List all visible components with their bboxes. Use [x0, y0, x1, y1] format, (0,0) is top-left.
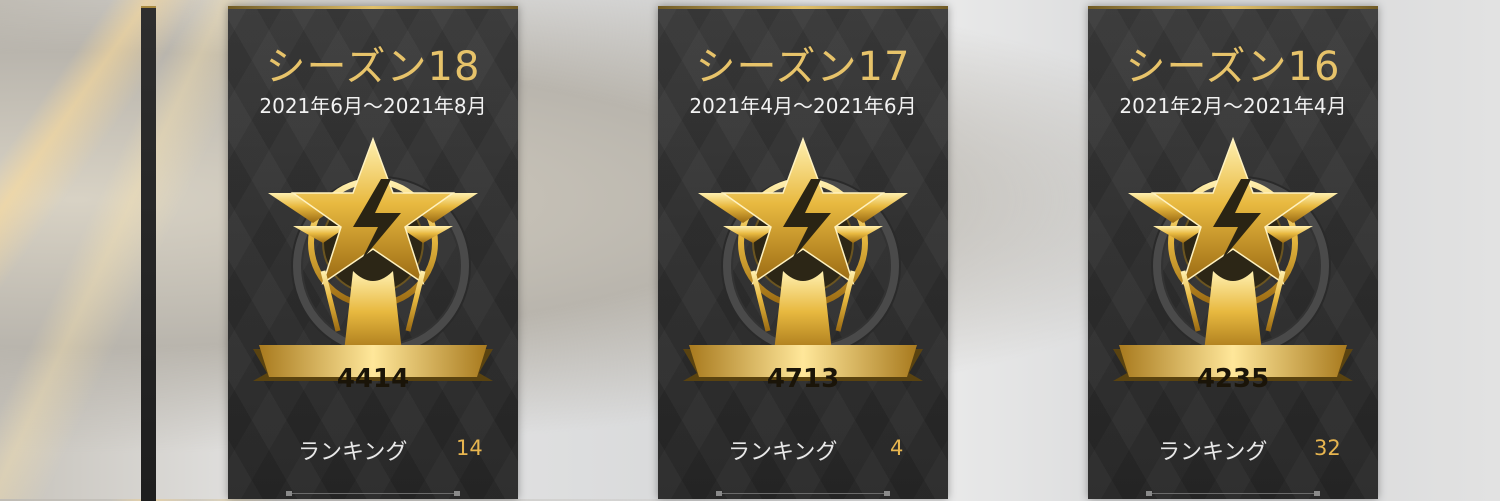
ranking-value: 14: [456, 436, 483, 460]
season-card-16[interactable]: シーズン16 2021年2月～2021年4月 4235 ランキング 32: [1088, 6, 1378, 499]
gold-winged-star-emblem-icon: [1113, 136, 1353, 381]
ranking-label: ランキング: [298, 440, 408, 465]
ranking-value: 4: [890, 436, 904, 460]
season-date-range: 2021年2月～2021年4月: [1119, 94, 1347, 118]
season-score: 4713: [766, 364, 840, 394]
season-title: シーズン16: [1125, 44, 1341, 90]
card-divider: [1146, 491, 1320, 496]
ranking-value: 32: [1314, 436, 1341, 460]
season-title: シーズン17: [695, 44, 911, 90]
gold-winged-star-emblem-icon: [683, 136, 923, 381]
season-score: 4414: [336, 364, 410, 394]
season-card-17[interactable]: シーズン17 2021年4月～2021年6月 4713 ランキング 4: [658, 6, 948, 499]
previous-card-edge: [141, 6, 156, 501]
season-date-range: 2021年4月～2021年6月: [689, 94, 917, 118]
gold-winged-star-emblem-icon: [253, 136, 493, 381]
card-divider: [286, 491, 460, 496]
ranking-label: ランキング: [728, 440, 838, 465]
ranking-label: ランキング: [1158, 440, 1268, 465]
season-title: シーズン18: [265, 44, 481, 90]
season-score: 4235: [1196, 364, 1270, 394]
season-date-range: 2021年6月～2021年8月: [259, 94, 487, 118]
season-card-18[interactable]: シーズン18 2021年6月～2021年8月 4414 ランキング 14: [228, 6, 518, 499]
card-divider: [716, 491, 890, 496]
